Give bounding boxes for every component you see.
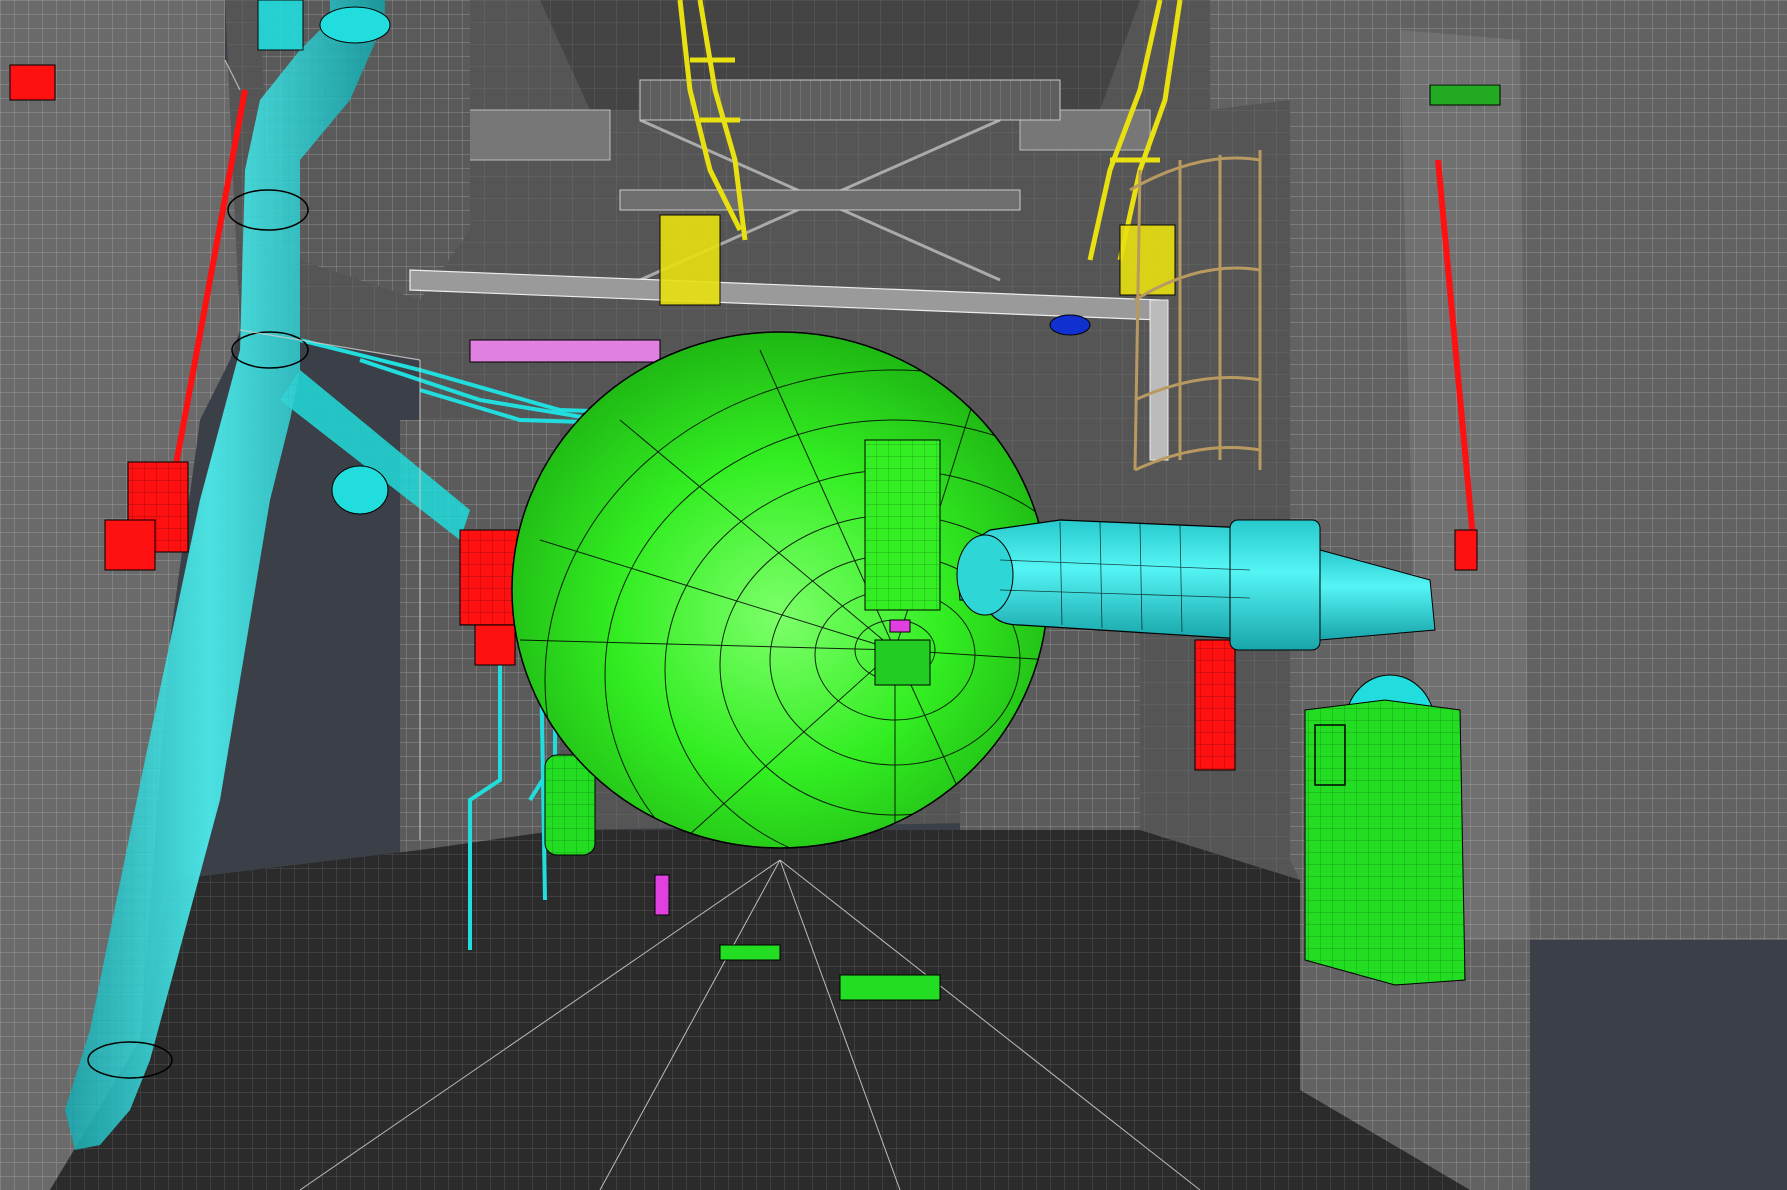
valve-magenta-top	[469, 339, 661, 363]
green-sign-right	[1429, 84, 1501, 106]
floor-grating	[50, 830, 1470, 1190]
red-sign-left	[9, 64, 56, 101]
scene-canvas[interactable]	[0, 0, 1787, 1190]
3d-viewport[interactable]	[0, 0, 1787, 1190]
instrument-blue	[1049, 314, 1091, 336]
green-equipment-skid	[1304, 699, 1466, 986]
